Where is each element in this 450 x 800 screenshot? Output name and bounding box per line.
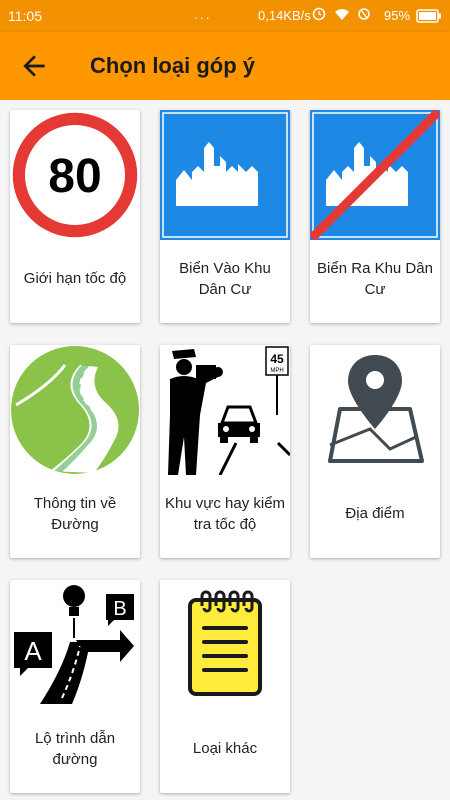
app-bar: Chọn loại góp ý (0, 32, 450, 100)
waypoint-a: A (24, 636, 42, 666)
category-label: Khu vực hay kiểm tra tốc độ (164, 495, 286, 533)
category-label: Lộ trình dẫn đường (34, 730, 116, 768)
category-label: Địa điểm (345, 505, 405, 522)
category-label: Biển Ra Khu Dân Cư (317, 260, 433, 298)
road-info-icon (11, 346, 139, 474)
page-title: Chọn loại góp ý (90, 53, 255, 78)
speed-sign-unit: MPH (270, 368, 283, 374)
silent-icon (358, 8, 370, 20)
category-card-road-info[interactable]: Thông tin về Đường (10, 345, 140, 558)
status-time: 11:05 (8, 8, 42, 24)
wifi-icon (335, 9, 349, 20)
category-card-location[interactable]: Địa điểm (310, 345, 440, 558)
alarm-icon (312, 7, 326, 21)
category-grid: 80 Giới hạn tốc độ Biển Vào Khu Dân Cư B… (0, 100, 450, 800)
notepad-icon (188, 590, 262, 696)
residential-area-sign-icon (160, 110, 290, 240)
speed-limit-80-icon: 80 (11, 111, 139, 239)
location-map-icon (328, 355, 424, 463)
category-card-speed-limit[interactable]: 80 Giới hạn tốc độ (10, 110, 140, 323)
category-card-residential-exit[interactable]: Biển Ra Khu Dân Cư (310, 110, 440, 323)
category-card-residential-enter[interactable]: Biển Vào Khu Dân Cư (160, 110, 290, 323)
arrow-back-icon[interactable] (18, 50, 50, 82)
battery-percent: 95% (384, 8, 411, 23)
navigation-route-icon: B A (14, 585, 134, 704)
notification-dots: ... (194, 6, 212, 22)
waypoint-b: B (113, 598, 126, 620)
category-label: Biển Vào Khu Dân Cư (179, 260, 271, 298)
category-card-speed-check[interactable]: 45 MPH Khu vực hay kiểm tra tốc độ (160, 345, 290, 558)
network-speed: 0,14KB/s (258, 8, 311, 23)
category-label: Giới hạn tốc độ (23, 270, 127, 287)
status-bar: 11:05 ... 0,14KB/s 95% (0, 0, 450, 32)
speed-check-icon: 45 MPH (160, 345, 290, 475)
end-residential-area-sign-icon (310, 110, 440, 240)
category-card-navigation[interactable]: B A Lộ trình dẫn đường (10, 580, 140, 793)
status-icons (312, 7, 370, 21)
battery-icon (416, 9, 441, 23)
category-card-other[interactable]: Loại khác (160, 580, 290, 793)
speed-limit-value: 80 (48, 150, 101, 203)
speed-sign-value: 45 (270, 352, 284, 366)
category-label: Loại khác (192, 740, 258, 757)
category-label: Thông tin về Đường (33, 495, 117, 533)
